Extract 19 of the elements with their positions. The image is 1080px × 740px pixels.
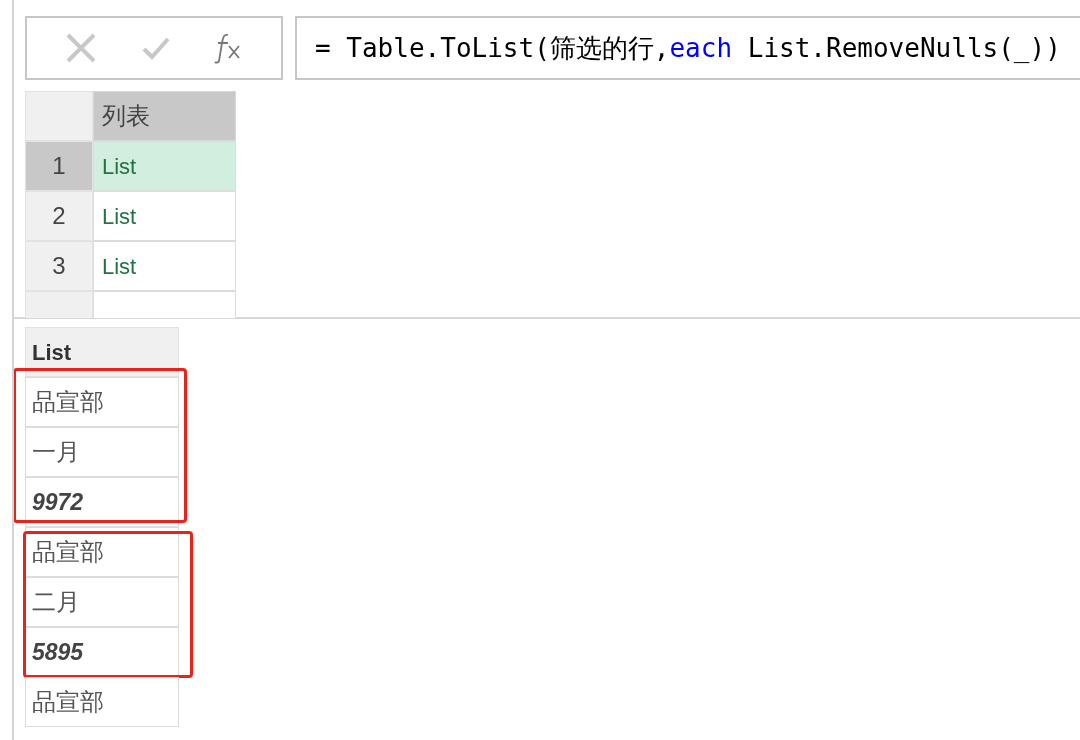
table-cell[interactable]: List: [93, 141, 236, 191]
formula-field[interactable]: = Table.ToList(筛选的行,each List.RemoveNulls(_)): [295, 16, 1080, 80]
check-icon[interactable]: [141, 35, 171, 61]
list-cell: 二月: [25, 577, 179, 627]
column-header: List: [25, 327, 179, 377]
list-cell: 5895: [25, 627, 179, 677]
formula-text: = Table.ToList(筛选的行,each List.RemoveNulls(_)): [315, 31, 1061, 65]
corner-cell: [25, 91, 93, 141]
list-cell: 9972: [25, 477, 179, 527]
row-number[interactable]: 2: [25, 191, 93, 241]
table-cell[interactable]: List: [93, 191, 236, 241]
column-header[interactable]: 列表: [93, 91, 236, 141]
list-cell: 品宣部: [25, 377, 179, 427]
list-cell: 品宣部: [25, 527, 179, 577]
list-cell: 一月: [25, 427, 179, 477]
row-number[interactable]: 1: [25, 141, 93, 191]
table-cell[interactable]: List: [93, 241, 236, 291]
row-number[interactable]: 3: [25, 241, 93, 291]
list-cell: 品宣部: [25, 677, 179, 727]
